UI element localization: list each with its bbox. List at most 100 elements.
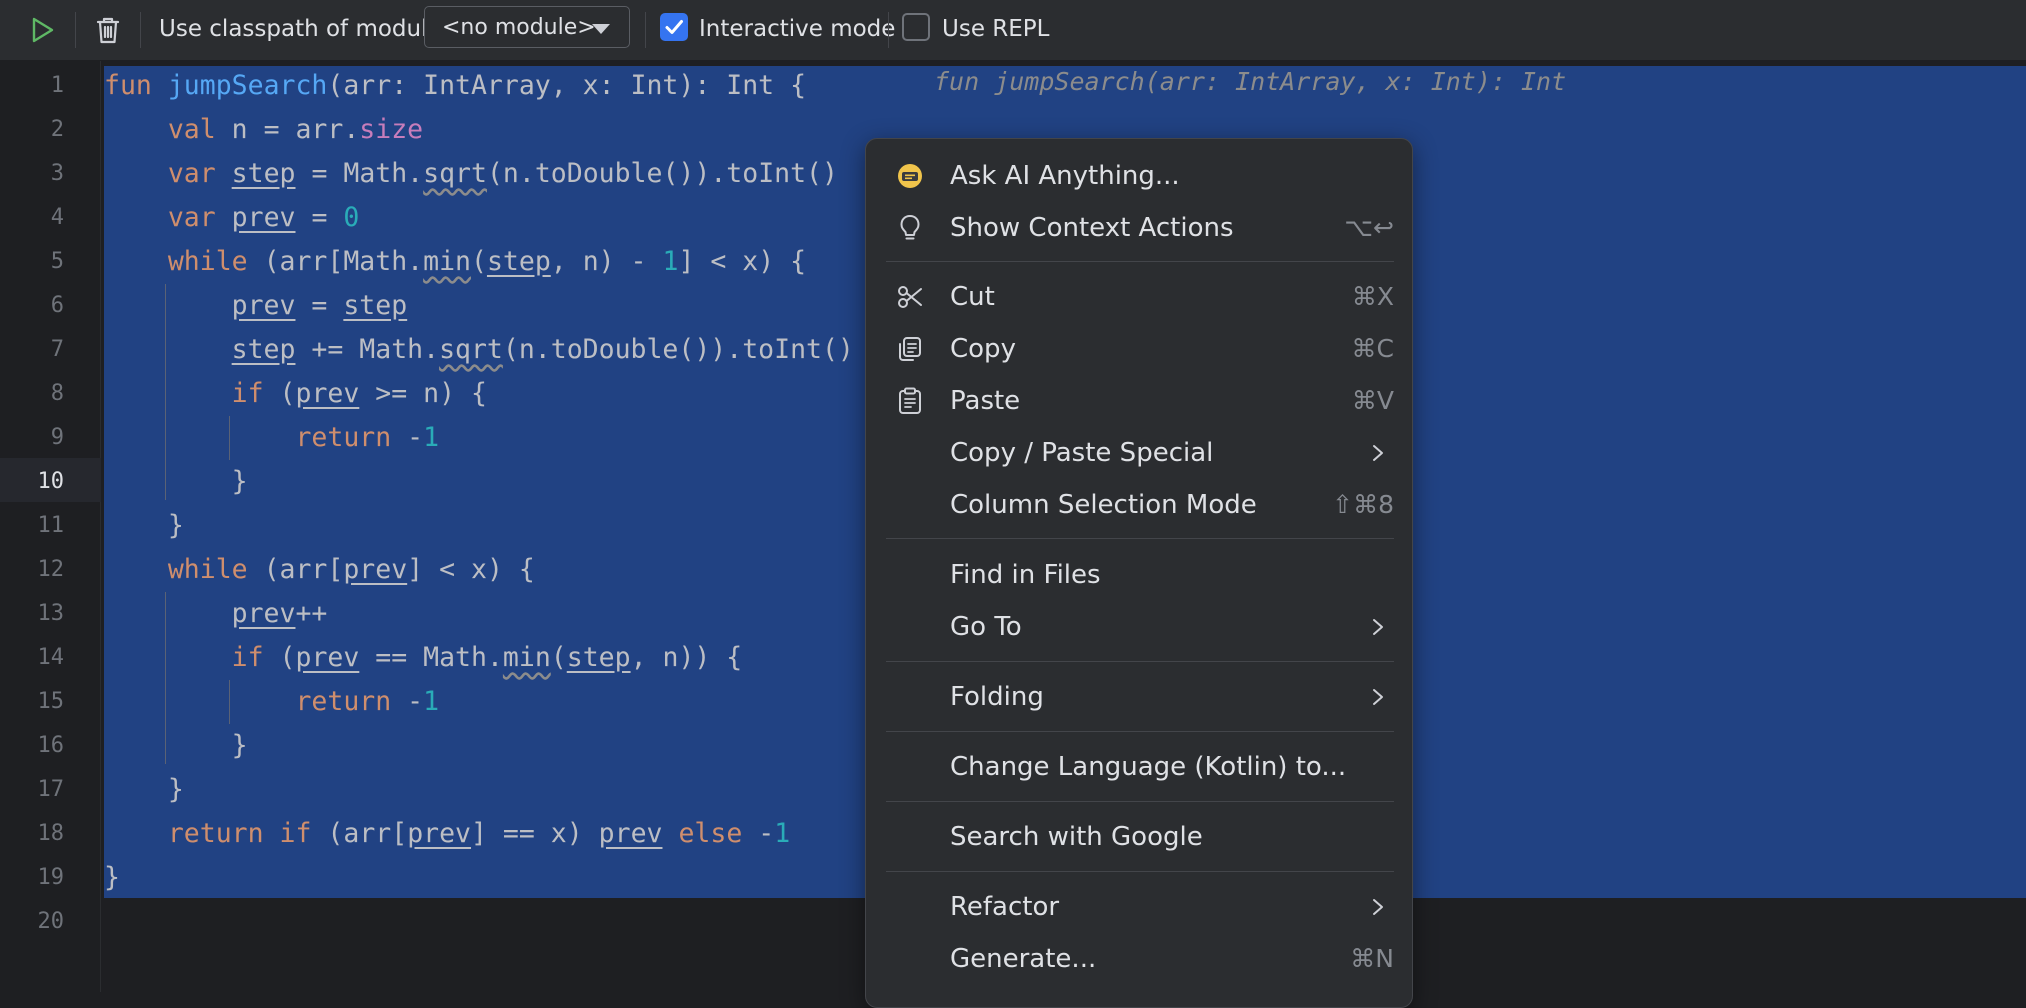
- menu-item-paste[interactable]: Paste ⌘V: [886, 376, 1394, 426]
- menu-item-label: Search with Google: [950, 822, 1203, 852]
- code-variable: prev: [407, 818, 472, 849]
- code-text: -: [391, 422, 424, 453]
- code-text: }: [104, 862, 120, 893]
- code-line[interactable]: }: [104, 768, 184, 812]
- menu-item-copy[interactable]: Copy ⌘C: [886, 324, 1394, 374]
- line-number: 4: [50, 205, 64, 230]
- code-variable: step: [566, 642, 631, 673]
- code-line[interactable]: return -1: [104, 416, 439, 460]
- code-line[interactable]: var prev = 0: [104, 196, 360, 240]
- toolbar: Use classpath of module <no module> Inte…: [0, 0, 2026, 61]
- code-text: (n.toDouble()).toInt(): [486, 158, 838, 189]
- code-text: = Math.: [295, 158, 424, 189]
- code-line[interactable]: step += Math.sqrt(n.toDouble()).toInt(): [104, 328, 854, 372]
- code-text: }: [231, 466, 248, 497]
- menu-item-search-with-google[interactable]: Search with Google: [886, 812, 1394, 862]
- menu-item-show-context-actions[interactable]: Show Context Actions ⌥↩: [886, 203, 1394, 253]
- line-number: 15: [37, 689, 65, 714]
- menu-item-ask-ai[interactable]: Ask AI Anything...: [886, 151, 1394, 201]
- code-line[interactable]: prev = step: [104, 284, 408, 328]
- code-function-name: jumpSearch: [167, 70, 328, 101]
- code-line[interactable]: return -1: [104, 680, 439, 724]
- use-repl-label[interactable]: Use REPL: [942, 14, 1049, 44]
- interactive-mode-label[interactable]: Interactive mode: [699, 14, 895, 44]
- toolbar-separator: [75, 12, 76, 48]
- code-number: 1: [774, 818, 791, 849]
- code-line[interactable]: }: [104, 856, 120, 900]
- menu-item-generate[interactable]: Generate... ⌘N: [886, 934, 1394, 984]
- code-function-call: sqrt: [439, 334, 503, 365]
- code-number: 0: [343, 202, 360, 233]
- module-dropdown[interactable]: <no module>: [424, 6, 630, 48]
- menu-item-find-in-files[interactable]: Find in Files: [886, 550, 1394, 600]
- code-line[interactable]: }: [104, 504, 184, 548]
- code-keyword: while: [167, 554, 248, 585]
- code-line[interactable]: return if (arr[prev] == x) prev else -1: [104, 812, 790, 856]
- menu-item-label: Go To: [950, 612, 1022, 642]
- code-line[interactable]: prev++: [104, 592, 328, 636]
- code-line[interactable]: while (arr[Math.min(step, n) - 1] < x) {: [104, 240, 806, 284]
- line-number: 6: [50, 293, 64, 318]
- trash-icon: [96, 17, 120, 44]
- code-line[interactable]: if (prev >= n) {: [104, 372, 487, 416]
- code-line[interactable]: }: [104, 460, 248, 504]
- code-text: ++: [295, 598, 328, 629]
- menu-item-shortcut: ⇧⌘8: [1332, 490, 1394, 519]
- code-number: 1: [423, 686, 440, 717]
- code-text: (arr[: [247, 554, 344, 585]
- code-line[interactable]: }: [104, 724, 248, 768]
- menu-separator: [886, 661, 1394, 662]
- code-variable: prev: [598, 818, 663, 849]
- line-number: 3: [50, 161, 64, 186]
- menu-item-copy-paste-special[interactable]: Copy / Paste Special: [886, 428, 1394, 478]
- code-text: }: [167, 510, 184, 541]
- menu-separator: [886, 538, 1394, 539]
- use-repl-checkbox[interactable]: [902, 13, 930, 41]
- toolbar-separator: [645, 12, 646, 48]
- menu-item-shortcut: ⌥↩: [1344, 213, 1394, 242]
- code-text: >= n) {: [359, 378, 487, 409]
- code-text: (: [470, 246, 487, 277]
- checkmark-icon: [665, 20, 683, 34]
- line-number: 19: [37, 865, 65, 890]
- code-number: 1: [662, 246, 679, 277]
- menu-item-label: Column Selection Mode: [950, 490, 1257, 520]
- code-line[interactable]: fun jumpSearch(arr: IntArray, x: Int): I…: [104, 64, 806, 108]
- code-line[interactable]: while (arr[prev] < x) {: [104, 548, 535, 592]
- code-text: (: [263, 378, 296, 409]
- code-text: -: [742, 818, 775, 849]
- code-line[interactable]: if (prev == Math.min(step, n)) {: [104, 636, 743, 680]
- run-button[interactable]: [22, 10, 62, 50]
- menu-item-label: Find in Files: [950, 560, 1101, 590]
- menu-item-change-language[interactable]: Change Language (Kotlin) to...: [886, 742, 1394, 792]
- interactive-mode-checkbox[interactable]: [660, 13, 688, 41]
- menu-item-folding[interactable]: Folding: [886, 672, 1394, 722]
- inline-signature-hint: fun jumpSearch(arr: IntArray, x: Int): I…: [934, 67, 1567, 96]
- clear-button[interactable]: [88, 10, 128, 50]
- code-line[interactable]: var step = Math.sqrt(n.toDouble()).toInt…: [104, 152, 838, 196]
- code-text: -: [391, 686, 424, 717]
- menu-item-refactor[interactable]: Refactor: [886, 882, 1394, 932]
- code-line[interactable]: val n = arr.size: [104, 108, 423, 152]
- code-text: ] < x) {: [678, 246, 807, 277]
- context-menu: Ask AI Anything... Show Context Actions …: [865, 138, 1413, 1008]
- menu-item-cut[interactable]: Cut ⌘X: [886, 272, 1394, 322]
- menu-item-label: Show Context Actions: [950, 213, 1234, 243]
- code-function-call: min: [423, 246, 471, 277]
- menu-separator: [886, 261, 1394, 262]
- code-variable: step: [231, 334, 296, 365]
- code-variable: step: [231, 158, 296, 189]
- menu-item-label: Copy: [950, 334, 1016, 364]
- code-keyword: var: [167, 202, 216, 233]
- code-variable: prev: [231, 290, 296, 321]
- menu-item-shortcut: ⌘N: [1350, 944, 1394, 973]
- menu-item-go-to[interactable]: Go To: [886, 602, 1394, 652]
- menu-item-shortcut: ⌘V: [1351, 386, 1394, 415]
- module-dropdown-value: <no module>: [442, 15, 596, 40]
- line-number: 5: [50, 249, 64, 274]
- code-text: , n)) {: [630, 642, 743, 673]
- line-number-current: 10: [37, 469, 65, 494]
- menu-item-column-selection-mode[interactable]: Column Selection Mode ⇧⌘8: [886, 480, 1394, 530]
- line-number: 9: [50, 425, 64, 450]
- code-text: (arr[Math.: [247, 246, 424, 277]
